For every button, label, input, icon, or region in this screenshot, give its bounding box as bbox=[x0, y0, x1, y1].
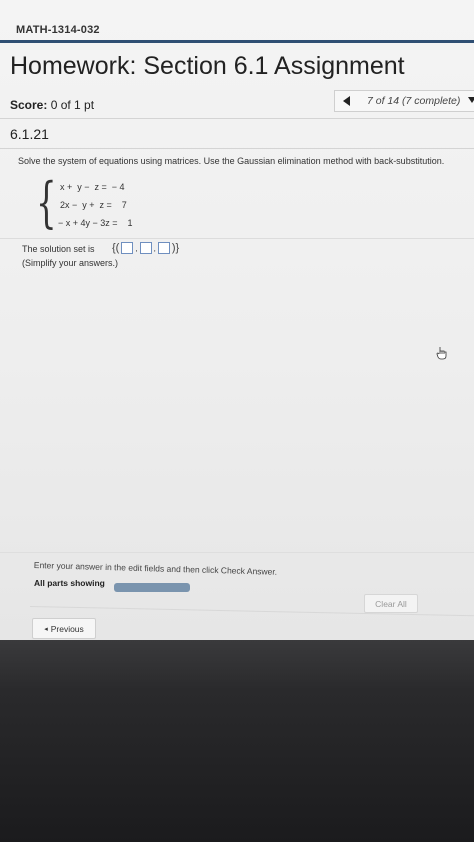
divider bbox=[0, 238, 474, 239]
question-id: 6.1.21 bbox=[10, 126, 49, 142]
answer-open-brace: {( bbox=[112, 242, 120, 254]
answer-input-x[interactable] bbox=[121, 242, 134, 254]
clear-all-button[interactable]: Clear All bbox=[364, 594, 418, 613]
browser-screen: MATH-1314-032 Homework: Section 6.1 Assi… bbox=[0, 0, 474, 640]
answer-fields: {( , , )} bbox=[112, 242, 180, 254]
divider bbox=[0, 552, 474, 553]
parts-showing-label: All parts showing bbox=[34, 578, 105, 588]
system-brace: { bbox=[36, 171, 57, 234]
course-code: MATH-1314-032 bbox=[16, 24, 100, 36]
question-position[interactable]: 7 of 14 (7 complete) bbox=[367, 95, 460, 107]
equation-3: − x + 4y − 3z = 1 bbox=[58, 218, 133, 228]
answer-close-brace: )} bbox=[171, 242, 180, 254]
previous-button[interactable]: ◂ Previous bbox=[32, 618, 96, 639]
page-title: Homework: Section 6.1 Assignment bbox=[10, 52, 405, 80]
header-rule bbox=[0, 40, 474, 43]
solution-prefix: The solution set is bbox=[22, 244, 95, 254]
hand-pointer-icon bbox=[436, 347, 447, 360]
bullet-left-icon: ◂ bbox=[44, 625, 48, 633]
previous-label: Previous bbox=[50, 623, 84, 634]
question-instructions: Solve the system of equations using matr… bbox=[18, 156, 445, 166]
score-label: Score: bbox=[10, 98, 48, 112]
triangle-left-icon[interactable] bbox=[343, 96, 350, 106]
answer-input-y[interactable] bbox=[139, 242, 152, 254]
divider bbox=[0, 118, 474, 119]
equation-2: 2x − y + z = 7 bbox=[60, 200, 127, 210]
simplify-note: (Simplify your answers.) bbox=[22, 258, 119, 268]
parts-progress-bar bbox=[114, 583, 190, 592]
enter-answer-hint: Enter your answer in the edit fields and… bbox=[33, 560, 278, 577]
triangle-down-icon[interactable] bbox=[468, 97, 474, 103]
monitor-bezel bbox=[0, 640, 474, 842]
score-display: Score: 0 of 1 pt bbox=[10, 98, 94, 112]
answer-input-z[interactable] bbox=[157, 242, 170, 254]
score-value: 0 of 1 pt bbox=[50, 98, 95, 112]
equation-1: x + y − z = − 4 bbox=[60, 182, 125, 192]
divider bbox=[0, 148, 474, 149]
question-navigator[interactable]: 7 of 14 (7 complete) bbox=[334, 90, 474, 112]
